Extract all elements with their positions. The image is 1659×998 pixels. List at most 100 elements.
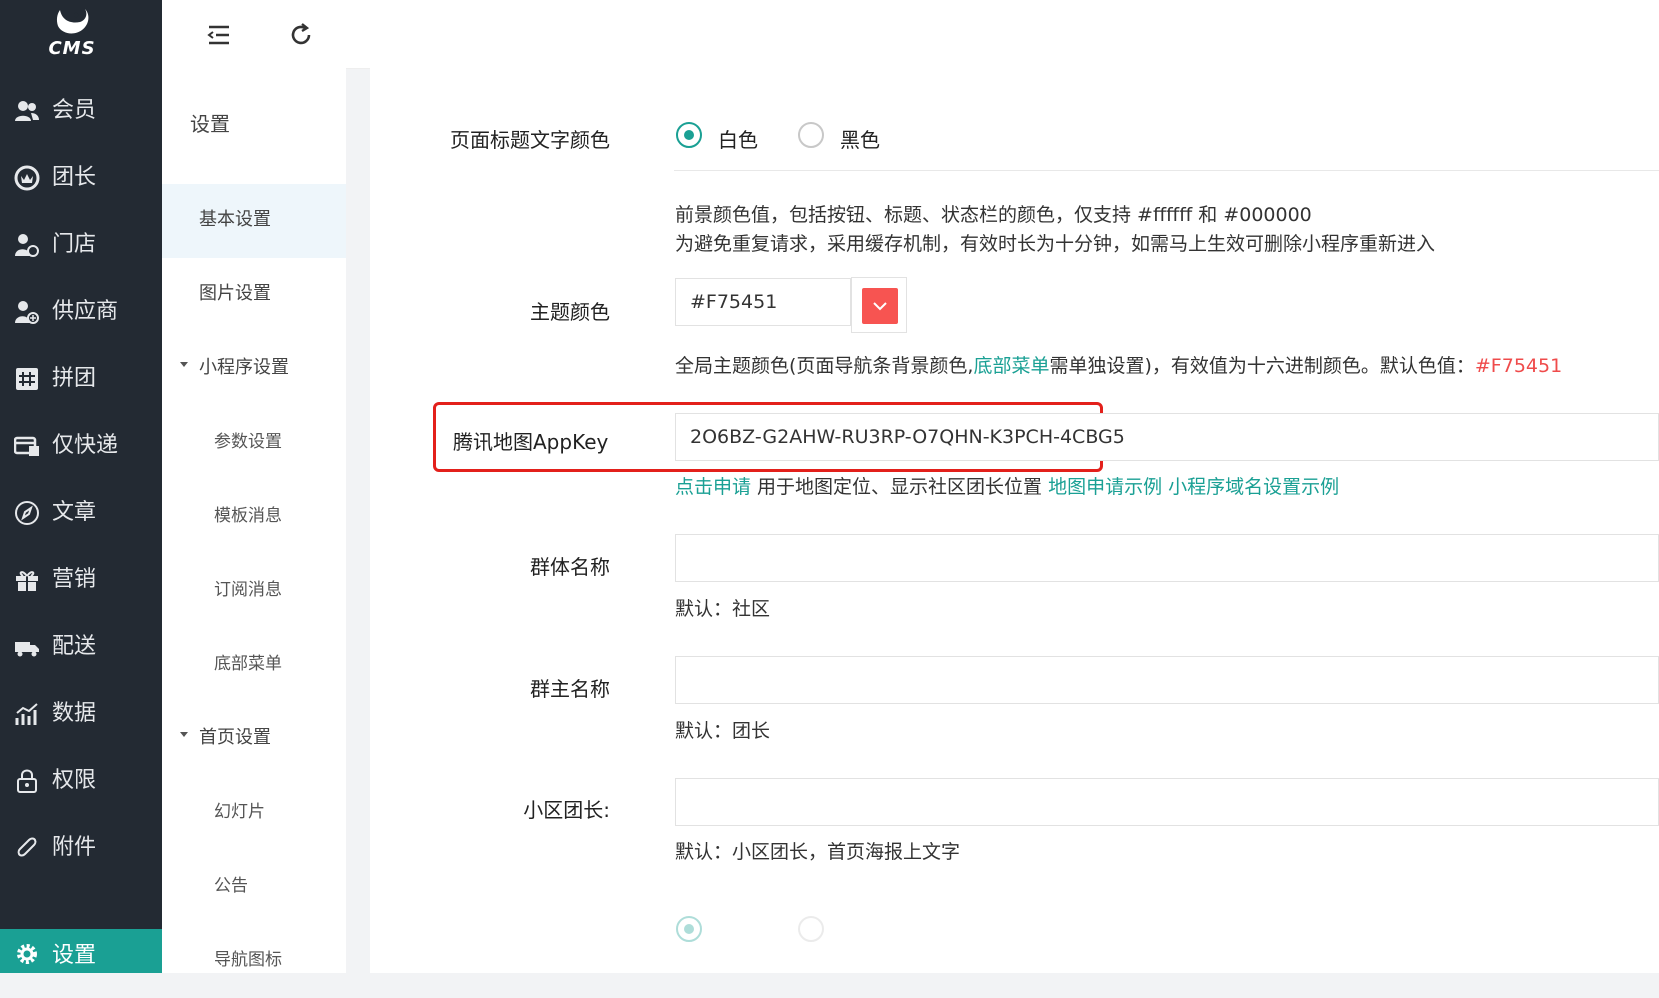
submenu-item-slides[interactable]: 幻灯片 <box>162 776 346 850</box>
map-key-help-text: 用于地图定位、显示社区团长位置 <box>751 476 1049 498</box>
submenu-item-label: 参数设置 <box>214 432 282 452</box>
bottom-menu-link[interactable]: 底部菜单 <box>973 355 1049 377</box>
radio-white[interactable] <box>676 122 702 148</box>
supplier-icon <box>15 301 39 324</box>
submenu-item-template-msg[interactable]: 模板消息 <box>162 480 346 554</box>
map-key-input[interactable]: 2O6BZ-G2AHW-RU3RP-O7QHN-K3PCH-4CBG5 <box>675 413 1659 461</box>
radio-black-label: 黑色 <box>840 128 880 152</box>
sidebar-item-label: 团长 <box>52 165 97 190</box>
logo[interactable]: CMS <box>0 0 148 66</box>
next-row-radio[interactable] <box>676 916 702 942</box>
group-name-help: 默认：社区 <box>675 598 771 620</box>
sidebar-item-settings[interactable]: 设置 <box>0 929 162 973</box>
group-owner-input[interactable] <box>675 656 1659 704</box>
theme-help-text-b: 需单独设置)，有效值为十六进制颜色。默认色值： <box>1049 355 1475 377</box>
apply-link[interactable]: 点击申请 <box>675 476 751 498</box>
sidebar-item-supplier[interactable]: 供应商 <box>0 283 162 341</box>
sidebar-item-label: 数据 <box>52 701 97 726</box>
sidebar-item-label: 拼团 <box>52 366 97 391</box>
sidebar-item-data[interactable]: 数据 <box>0 685 162 743</box>
sidebar-item-label: 供应商 <box>52 299 119 324</box>
sidebar-item-label: 文章 <box>52 500 97 525</box>
group-buy-icon <box>16 368 38 390</box>
users-icon <box>15 101 39 121</box>
submenu-item-nav-icons[interactable]: 导航图标 <box>162 924 346 998</box>
map-key-label: 腾讯地图AppKey <box>453 430 609 454</box>
main-sidebar: CMS 会员 团长 门店 供应商 拼团 仅快递 文章 营销 配送 数据 权限 附… <box>0 0 162 973</box>
divider <box>674 170 1659 171</box>
title-color-label: 页面标题文字颜色 <box>450 128 610 152</box>
gear-icon <box>17 944 37 964</box>
submenu-item-label: 首页设置 <box>199 727 271 748</box>
submenu-item-notice[interactable]: 公告 <box>162 850 346 924</box>
sidebar-item-groupbuy[interactable]: 拼团 <box>0 350 162 408</box>
submenu-heading: 设置 <box>190 112 230 136</box>
title-color-help-2: 为避免重复请求，采用缓存机制，有效时长为十分钟，如需马上生效可删除小程序重新进入 <box>675 233 1436 255</box>
sidebar-item-label: 营销 <box>52 567 97 592</box>
bird-logo-icon <box>56 9 89 34</box>
submenu-group-miniprogram[interactable]: 小程序设置 <box>162 332 346 406</box>
refresh-icon[interactable] <box>286 20 316 50</box>
submenu-item-bottom-menu[interactable]: 底部菜单 <box>162 628 346 702</box>
sidebar-item-delivery[interactable]: 配送 <box>0 618 162 676</box>
map-example-link[interactable]: 地图申请示例 <box>1048 476 1162 498</box>
submenu-group-home[interactable]: 首页设置 <box>162 702 346 776</box>
sidebar-item-label: 仅快递 <box>52 433 119 458</box>
domain-example-link[interactable]: 小程序域名设置示例 <box>1168 476 1339 498</box>
crown-icon <box>14 165 40 191</box>
settings-submenu: 设置 基本设置 图片设置 小程序设置 参数设置 模板消息 订阅消息 底部菜单 首… <box>162 68 346 973</box>
community-leader-label: 小区团长: <box>523 798 610 822</box>
sidebar-item-members[interactable]: 会员 <box>0 82 162 140</box>
express-icon <box>14 436 39 456</box>
logo-text: CMS <box>48 38 96 59</box>
submenu-item-label: 公告 <box>214 876 248 896</box>
sidebar-item-label: 会员 <box>52 98 97 123</box>
sidebar-item-leader[interactable]: 团长 <box>0 149 162 207</box>
group-name-label: 群体名称 <box>530 555 610 579</box>
title-color-help-1: 前景颜色值，包括按钮、标题、状态栏的颜色，仅支持 #ffffff 和 #0000… <box>675 204 1312 226</box>
theme-help-text-a: 全局主题颜色(页面导航条背景颜色, <box>675 355 974 377</box>
sidebar-item-label: 配送 <box>52 634 97 659</box>
submenu-item-subscribe-msg[interactable]: 订阅消息 <box>162 554 346 628</box>
theme-color-help: 全局主题颜色(页面导航条背景颜色,底部菜单需单独设置)，有效值为十六进制颜色。默… <box>675 352 1562 381</box>
submenu-item-params[interactable]: 参数设置 <box>162 406 346 480</box>
map-key-help: 点击申请 用于地图定位、显示社区团长位置 地图申请示例 小程序域名设置示例 <box>675 473 1339 502</box>
sidebar-item-attachment[interactable]: 附件 <box>0 819 162 877</box>
community-leader-input[interactable] <box>675 778 1659 826</box>
submenu-item-basic[interactable]: 基本设置 <box>162 184 346 258</box>
submenu-item-label: 订阅消息 <box>214 580 282 600</box>
theme-color-input[interactable]: #F75451 <box>675 278 851 326</box>
group-owner-label: 群主名称 <box>530 677 610 701</box>
submenu-item-label: 底部菜单 <box>214 654 282 674</box>
menu-collapse-icon[interactable] <box>204 20 234 50</box>
submenu-item-label: 模板消息 <box>214 506 282 526</box>
sidebar-item-label: 设置 <box>52 943 97 968</box>
settings-form-panel: 页面标题文字颜色 白色 黑色 前景颜色值，包括按钮、标题、状态栏的颜色，仅支持 … <box>370 68 1659 973</box>
sidebar-item-label: 权限 <box>52 768 97 793</box>
default-color-value: #F75451 <box>1474 355 1563 377</box>
truck-icon <box>15 642 39 657</box>
chevron-down-icon <box>873 302 887 311</box>
sidebar-item-permission[interactable]: 权限 <box>0 752 162 810</box>
radio-black[interactable] <box>798 122 824 148</box>
group-name-input[interactable] <box>675 534 1659 582</box>
color-picker-button[interactable] <box>851 277 907 333</box>
compass-icon <box>15 501 39 525</box>
sidebar-item-express[interactable]: 仅快递 <box>0 417 162 475</box>
caret-down-icon <box>180 732 188 737</box>
sidebar-item-marketing[interactable]: 营销 <box>0 551 162 609</box>
store-user-icon <box>15 234 39 257</box>
lock-icon <box>17 769 37 793</box>
community-leader-help: 默认：小区团长，首页海报上文字 <box>675 841 961 863</box>
sidebar-item-store[interactable]: 门店 <box>0 216 162 274</box>
paperclip-icon <box>17 837 37 857</box>
sidebar-item-article[interactable]: 文章 <box>0 484 162 542</box>
top-header <box>162 0 1659 69</box>
next-row-radio-2[interactable] <box>798 916 824 942</box>
submenu-item-images[interactable]: 图片设置 <box>162 258 346 332</box>
submenu-item-label: 导航图标 <box>214 950 282 970</box>
sidebar-item-label: 附件 <box>52 835 97 860</box>
group-owner-help: 默认：团长 <box>675 720 771 742</box>
caret-down-icon <box>180 362 188 367</box>
gift-icon <box>16 571 38 591</box>
